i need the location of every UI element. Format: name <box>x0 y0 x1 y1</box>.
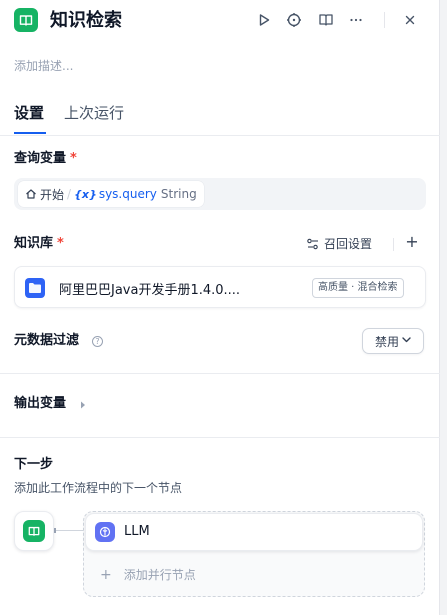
knowledge-item[interactable]: 阿里巴巴Java开发手册1.4.0.... 高质量 · 混合检索 <box>14 266 426 308</box>
tab-bar: 设置 上次运行 <box>0 98 440 136</box>
chevron-down-icon <box>402 336 411 346</box>
add-parallel-node-button[interactable]: + 添加并行节点 <box>100 566 196 583</box>
knowledge-toolbar-divider <box>393 238 394 251</box>
add-parallel-node-label: 添加并行节点 <box>123 568 196 582</box>
metadata-filter-title: 元数据过滤 <box>14 333 80 348</box>
variable-type: String <box>160 187 197 201</box>
variable-source: 开始 <box>40 187 65 202</box>
metadata-filter-select[interactable]: 禁用 <box>362 328 424 354</box>
next-step-description: 添加此工作流程中的下一个节点 <box>14 481 183 495</box>
current-node-thumbnail <box>14 511 54 551</box>
recall-settings-label: 召回设置 <box>324 237 373 251</box>
active-tab-indicator <box>14 132 46 134</box>
debug-icon[interactable] <box>284 10 304 30</box>
add-knowledge-button[interactable]: + <box>403 233 421 251</box>
home-icon <box>26 189 36 199</box>
tab-settings[interactable]: 设置 <box>14 102 44 124</box>
chevron-right-icon[interactable] <box>80 401 86 411</box>
query-variable-heading: 查询变量 * <box>14 150 77 168</box>
next-node-llm[interactable]: LLM <box>85 513 423 551</box>
llm-icon <box>95 522 115 542</box>
variable-icon: {x} <box>74 187 97 201</box>
query-variable-title: 查询变量 <box>14 151 67 166</box>
help-icon[interactable]: ? <box>92 336 103 347</box>
node-settings-panel: 知识检索 添加描述... 设置 上次运行 查询变量 * 开始 / {x} sys… <box>0 0 440 615</box>
metadata-filter-value: 禁用 <box>374 334 399 349</box>
next-node-label: LLM <box>124 524 150 539</box>
node-connector-handle <box>54 528 56 533</box>
section-divider <box>0 437 440 438</box>
plus-icon: + <box>100 566 112 583</box>
node-connector-line <box>54 530 84 531</box>
settings-sliders-icon <box>307 238 318 249</box>
query-variable-field[interactable]: 开始 / {x} sys.query String <box>14 178 426 210</box>
recall-settings-button[interactable]: 召回设置 <box>306 235 372 252</box>
play-icon[interactable] <box>254 10 274 30</box>
variable-name: sys.query <box>98 187 157 201</box>
description-input[interactable]: 添加描述... <box>14 57 73 74</box>
output-variables-title[interactable]: 输出变量 <box>14 395 66 413</box>
variable-path-separator: / <box>67 187 72 201</box>
more-icon[interactable] <box>346 10 366 30</box>
close-icon[interactable] <box>400 10 420 30</box>
knowledge-heading: 知识库 * <box>14 235 64 253</box>
node-title[interactable]: 知识检索 <box>50 8 122 34</box>
tab-last-run[interactable]: 上次运行 <box>64 102 124 124</box>
header-divider <box>384 12 385 28</box>
knowledge-retrieval-icon <box>23 520 45 542</box>
variable-chip[interactable]: 开始 / {x} sys.query String <box>18 181 204 207</box>
retrieval-mode-badge: 高质量 · 混合检索 <box>312 278 404 298</box>
section-divider <box>0 373 440 374</box>
required-mark: * <box>70 151 77 166</box>
knowledge-name: 阿里巴巴Java开发手册1.4.0.... <box>59 283 241 298</box>
folder-icon <box>25 278 45 298</box>
book-open-icon[interactable] <box>316 10 336 30</box>
knowledge-title: 知识库 <box>14 236 54 251</box>
panel-header: 知识检索 <box>0 0 440 44</box>
knowledge-retrieval-icon <box>14 8 38 32</box>
required-mark: * <box>57 236 64 251</box>
next-step-title: 下一步 <box>14 457 54 472</box>
